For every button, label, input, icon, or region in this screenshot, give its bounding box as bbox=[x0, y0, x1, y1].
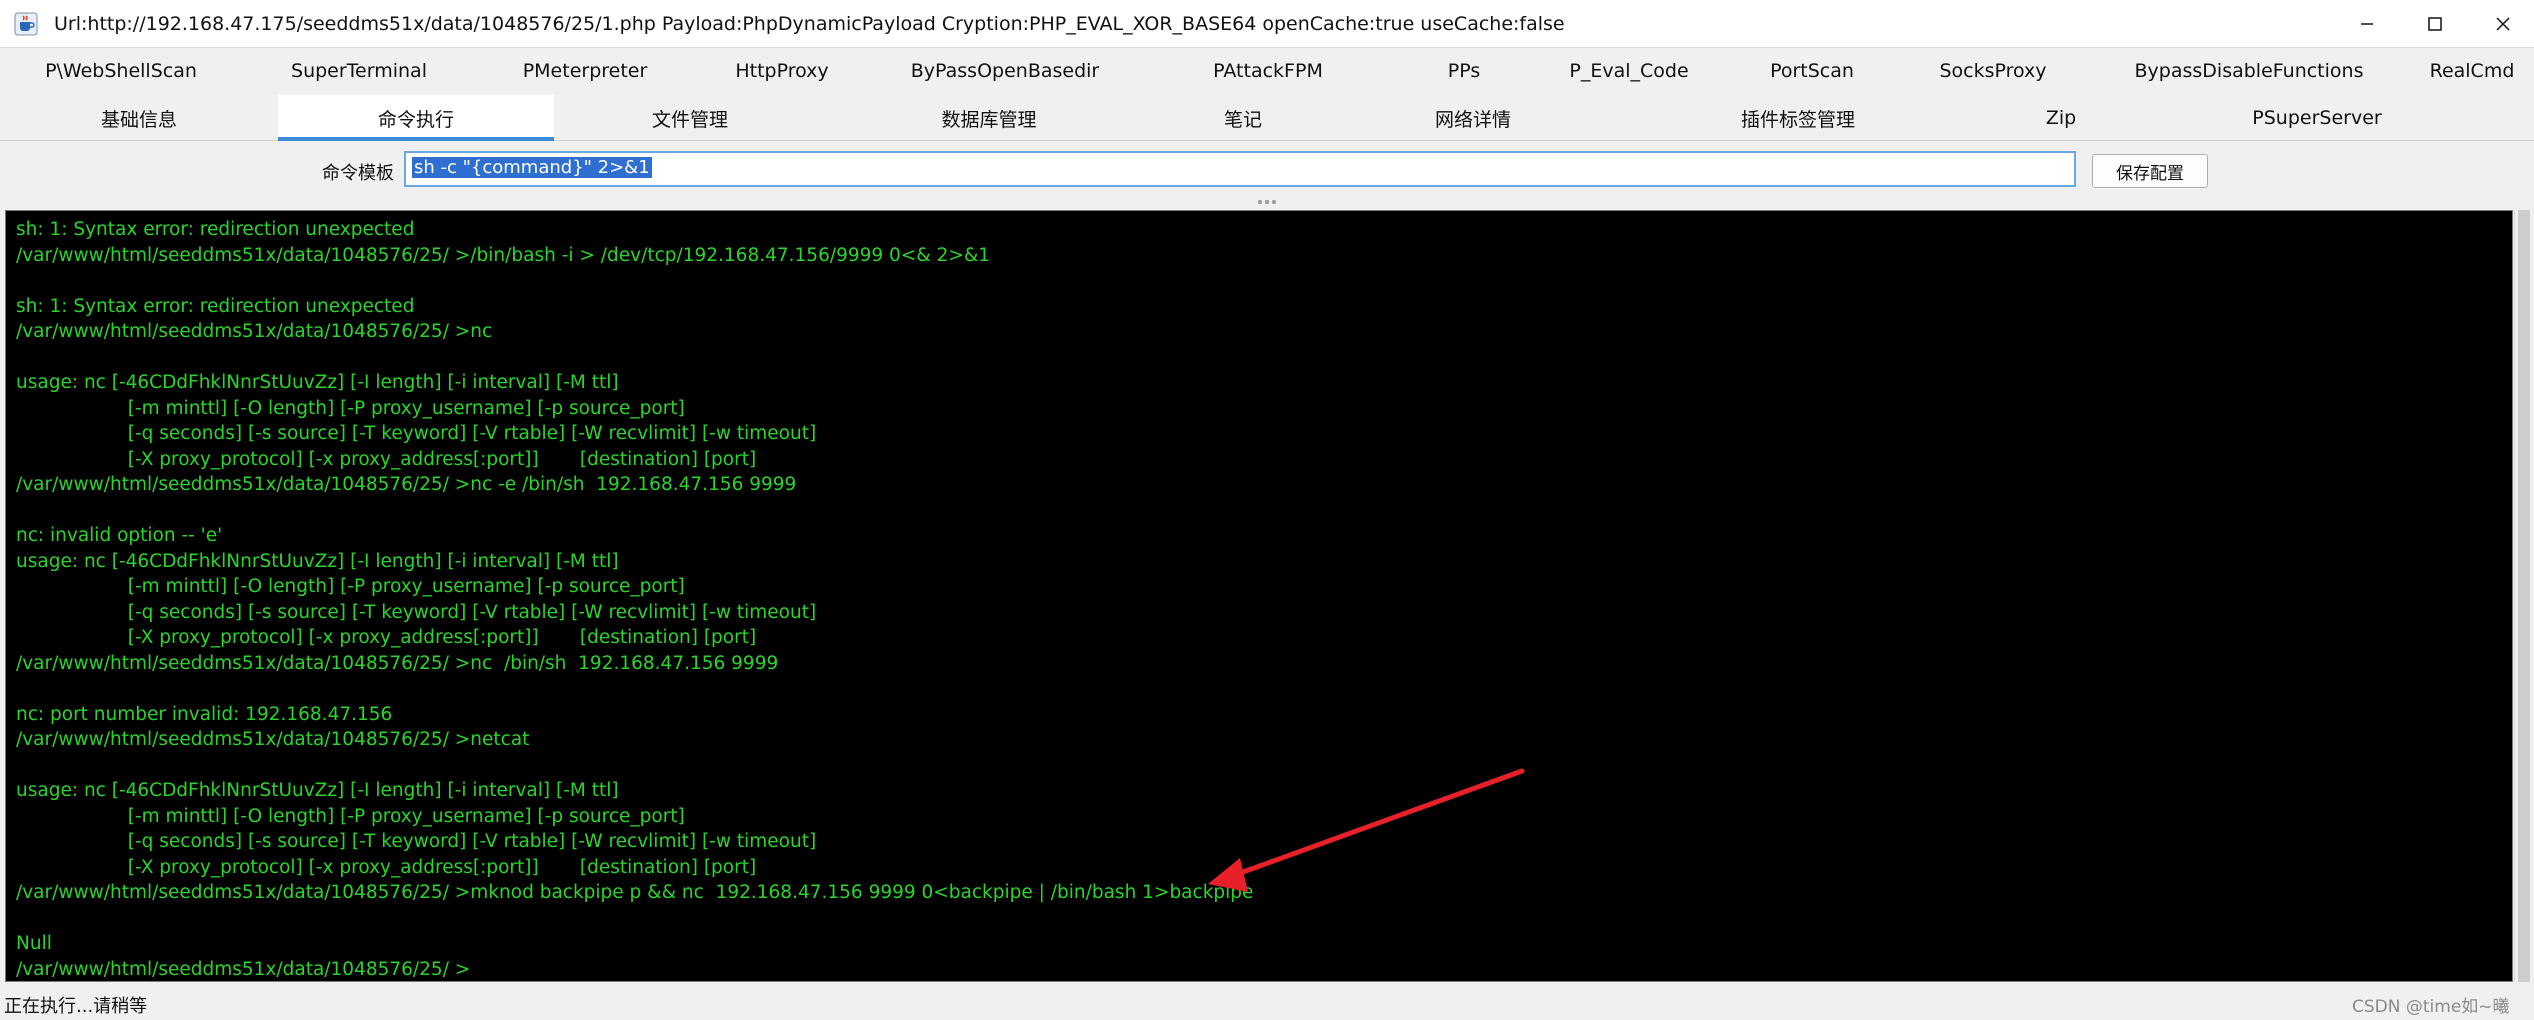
console-line: [-m minttl] [-O length] [-P proxy_userna… bbox=[16, 397, 685, 419]
tab-zip[interactable]: Zip bbox=[1984, 95, 2138, 141]
command-template-value: sh -c "{command}" 2>&1 bbox=[412, 157, 652, 178]
window-title: Url:http://192.168.47.175/seeddms51x/dat… bbox=[54, 12, 1565, 35]
tab-bypassdisablefunctions[interactable]: BypassDisableFunctions bbox=[2088, 48, 2410, 94]
tab-file-manager[interactable]: 文件管理 bbox=[554, 95, 826, 141]
tab-superterminal[interactable]: SuperTerminal bbox=[242, 48, 476, 94]
minimize-button[interactable] bbox=[2331, 0, 2403, 48]
main-tab-bar: 基础信息 命令执行 文件管理 数据库管理 笔记 网络详情 插件标签管理 Zip … bbox=[0, 95, 2534, 141]
console-line: [-q seconds] [-s source] [-T keyword] [-… bbox=[16, 831, 817, 852]
tab-notes[interactable]: 笔记 bbox=[1152, 95, 1334, 141]
console-line: usage: nc [-46CDdFhklNnrStUuvZz] [-I len… bbox=[16, 780, 619, 801]
tab-pmeterpreter[interactable]: PMeterpreter bbox=[476, 48, 694, 94]
tab-database-manager[interactable]: 数据库管理 bbox=[826, 95, 1152, 141]
console-line: /var/www/html/seeddms51x/data/1048576/25… bbox=[16, 958, 471, 980]
console-line: [-X proxy_protocol] [-x proxy_address[:p… bbox=[16, 448, 757, 470]
app-window: Url:http://192.168.47.175/seeddms51x/dat… bbox=[0, 0, 2534, 1020]
console-line: /var/www/html/seeddms51x/data/1048576/25… bbox=[16, 652, 779, 674]
console-line: /var/www/html/seeddms51x/data/1048576/25… bbox=[16, 729, 530, 750]
watermark: CSDN @time如~曦 bbox=[2352, 997, 2510, 1017]
tab-pattackfpm[interactable]: PAttackFPM bbox=[1140, 48, 1396, 94]
save-config-button[interactable]: 保存配置 bbox=[2092, 154, 2208, 188]
console-line: usage: nc [-46CDdFhklNnrStUuvZz] [-I len… bbox=[16, 372, 619, 393]
status-text: 正在执行...请稍等 bbox=[4, 996, 148, 1017]
console-line: /var/www/html/seeddms51x/data/1048576/25… bbox=[16, 474, 797, 495]
console-line: [-m minttl] [-O length] [-P proxy_userna… bbox=[16, 576, 685, 597]
console-line: sh: 1: Syntax error: redirection unexpec… bbox=[16, 219, 415, 240]
tab-portscan[interactable]: PortScan bbox=[1726, 48, 1898, 94]
command-output-console[interactable]: sh: 1: Syntax error: redirection unexpec… bbox=[5, 210, 2513, 982]
console-line: [-q seconds] [-s source] [-T keyword] [-… bbox=[16, 601, 817, 623]
tab-plugin-tag-manager[interactable]: 插件标签管理 bbox=[1612, 95, 1984, 141]
tab-webshellscan[interactable]: P\WebShellScan bbox=[0, 48, 242, 94]
tab-basic-info[interactable]: 基础信息 bbox=[0, 95, 278, 141]
minimize-icon bbox=[2361, 23, 2373, 25]
console-scrollbar[interactable] bbox=[2514, 210, 2534, 982]
java-cup-icon bbox=[14, 12, 38, 36]
console-line: nc: port number invalid: 192.168.47.156 bbox=[16, 703, 393, 725]
console-line: usage: nc [-46CDdFhklNnrStUuvZz] [-I len… bbox=[16, 550, 619, 572]
console-line: [-X proxy_protocol] [-x proxy_address[:p… bbox=[16, 856, 757, 878]
maximize-button[interactable] bbox=[2399, 0, 2471, 48]
command-template-input[interactable]: sh -c "{command}" 2>&1 bbox=[404, 151, 2076, 187]
console-line: [-q seconds] [-s source] [-T keyword] [-… bbox=[16, 423, 817, 444]
console-line: [-X proxy_protocol] [-x proxy_address[:p… bbox=[16, 627, 757, 648]
tab-bypassopenbasedir[interactable]: ByPassOpenBasedir bbox=[870, 48, 1140, 94]
console-line: /var/www/html/seeddms51x/data/1048576/25… bbox=[16, 244, 991, 266]
console-scrollbar-thumb[interactable] bbox=[2518, 210, 2530, 982]
console-line: Null bbox=[16, 933, 52, 954]
plugin-tab-bar: P\WebShellScan SuperTerminal PMeterprete… bbox=[0, 48, 2534, 94]
console-line: sh: 1: Syntax error: redirection unexpec… bbox=[16, 295, 415, 317]
tab-command-exec[interactable]: 命令执行 bbox=[278, 95, 554, 141]
console-line: nc: invalid option -- 'e' bbox=[16, 525, 223, 546]
close-icon bbox=[2496, 17, 2510, 31]
tab-network-details[interactable]: 网络详情 bbox=[1334, 95, 1612, 141]
command-template-label: 命令模板 bbox=[322, 163, 394, 184]
title-bar: Url:http://192.168.47.175/seeddms51x/dat… bbox=[0, 0, 2534, 48]
console-line: [-m minttl] [-O length] [-P proxy_userna… bbox=[16, 805, 685, 827]
command-template-bar: 命令模板 sh -c "{command}" 2>&1 保存配置 bbox=[0, 142, 2534, 199]
console-text: sh: 1: Syntax error: redirection unexpec… bbox=[6, 211, 2512, 981]
splitter-grip-icon[interactable] bbox=[1258, 200, 1280, 206]
tab-httpproxy[interactable]: HttpProxy bbox=[694, 48, 870, 94]
console-line: /var/www/html/seeddms51x/data/1048576/25… bbox=[16, 882, 1254, 903]
tab-pps[interactable]: PPs bbox=[1396, 48, 1532, 94]
tab-socksproxy[interactable]: SocksProxy bbox=[1898, 48, 2088, 94]
close-button[interactable] bbox=[2467, 0, 2534, 48]
tab-psuperserver[interactable]: PSuperServer bbox=[2138, 95, 2496, 141]
tab-realcmd[interactable]: RealCmd bbox=[2410, 48, 2534, 94]
console-line: /var/www/html/seeddms51x/data/1048576/25… bbox=[16, 321, 493, 342]
maximize-icon bbox=[2428, 17, 2442, 31]
status-bar: 正在执行...请稍等 CSDN @time如~曦 bbox=[0, 988, 2534, 1020]
tab-p-eval-code[interactable]: P_Eval_Code bbox=[1532, 48, 1726, 94]
